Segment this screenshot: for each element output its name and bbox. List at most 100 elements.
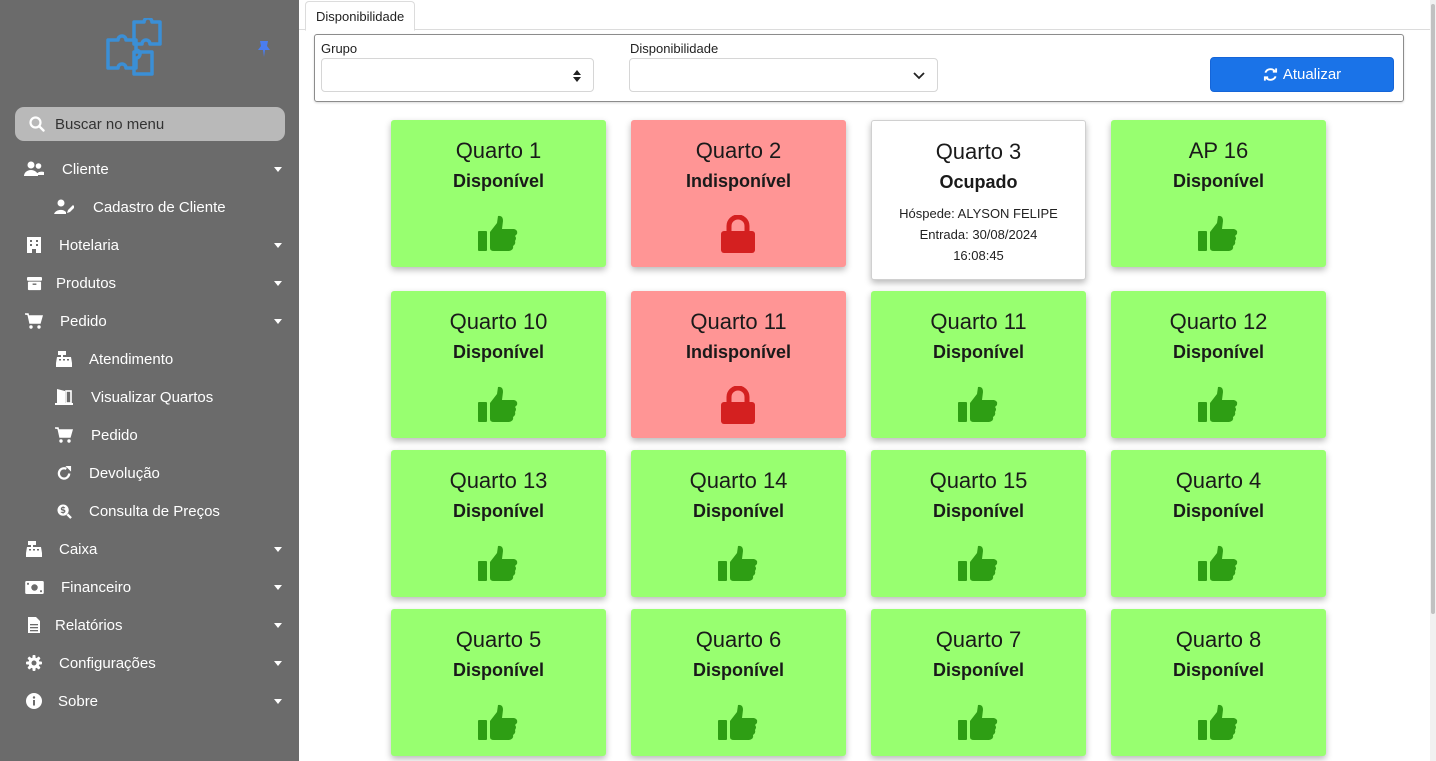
- sidebar-item-consulta-de-precos[interactable]: $ Consulta de Preços: [0, 492, 299, 530]
- room-name: Quarto 13: [449, 468, 548, 493]
- room-card[interactable]: Quarto 5 Disponível: [391, 609, 606, 756]
- sidebar-item-cadastro-de-cliente[interactable]: Cadastro de Cliente: [0, 188, 299, 226]
- room-card[interactable]: Quarto 11 Disponível: [871, 291, 1086, 438]
- sidebar-item-financeiro[interactable]: Financeiro: [0, 568, 299, 606]
- thumbs-up-icon: [478, 545, 518, 583]
- grupo-select[interactable]: [321, 58, 594, 92]
- sidebar-item-pedido[interactable]: Pedido: [0, 416, 299, 454]
- search-dollar-icon: $: [54, 501, 74, 521]
- sort-arrows-icon: [573, 70, 581, 82]
- cart-icon: [24, 311, 44, 331]
- sidebar-item-label: Hotelaria: [59, 236, 120, 254]
- room-name: Quarto 1: [455, 138, 542, 163]
- users-icon: [24, 159, 44, 179]
- room-card[interactable]: AP 16 Disponível: [1111, 120, 1326, 267]
- sidebar-item-hotelaria[interactable]: Hotelaria: [0, 226, 299, 264]
- tab-disponibilidade[interactable]: Disponibilidade: [305, 1, 416, 31]
- entry-date: Entrada: 30/08/2024: [919, 227, 1038, 242]
- sidebar-item-label: Pedido: [91, 426, 138, 444]
- sidebar-item-label: Sobre: [58, 692, 99, 710]
- money-bill-icon: [24, 577, 44, 597]
- sidebar-item-label: Produtos: [56, 274, 117, 292]
- room-card[interactable]: Quarto 3 Ocupado Hóspede: ALYSON FELIPE Ent…: [871, 120, 1086, 280]
- refresh-button[interactable]: Atualizar: [1210, 57, 1394, 92]
- search-icon: [29, 116, 45, 132]
- sidebar-item-label: Cadastro de Cliente: [93, 198, 226, 216]
- caret-down-icon: [274, 546, 282, 552]
- sidebar-item-visualizar-quartos[interactable]: Visualizar Quartos: [0, 378, 299, 416]
- thumbs-up-icon: [478, 215, 518, 253]
- caret-down-icon: [274, 584, 282, 590]
- lock-icon: [718, 385, 758, 424]
- sidebar-item-cliente[interactable]: Cliente: [0, 150, 299, 188]
- room-name: Quarto 11: [690, 309, 787, 334]
- thumbs-up-icon: [958, 545, 998, 583]
- file-icon: [24, 615, 44, 635]
- caret-down-icon: [274, 280, 282, 286]
- room-card[interactable]: Quarto 4 Disponível: [1111, 450, 1326, 597]
- chevron-down-icon: [913, 72, 925, 80]
- sidebar-item-relatorios[interactable]: Relatórios: [0, 606, 299, 644]
- room-card[interactable]: Quarto 8 Disponível: [1111, 609, 1326, 756]
- redo-icon: [54, 463, 74, 483]
- room-name: Quarto 4: [1175, 468, 1262, 493]
- room-status: Disponível: [932, 342, 1025, 362]
- search-placeholder: Buscar no menu: [55, 115, 165, 133]
- room-card[interactable]: Quarto 7 Disponível: [871, 609, 1086, 756]
- entry-time: 16:08:45: [953, 248, 1004, 263]
- sidebar-item-configuracoes[interactable]: Configurações: [0, 644, 299, 682]
- thumbs-up-icon: [478, 386, 518, 424]
- sidebar-item-label: Visualizar Quartos: [91, 388, 214, 406]
- puzzle-logo-icon: [106, 18, 162, 76]
- sidebar-item-sobre[interactable]: Sobre: [0, 682, 299, 720]
- room-status: Disponível: [452, 342, 545, 362]
- thumbs-up-icon: [478, 704, 518, 742]
- caret-down-icon: [274, 622, 282, 628]
- room-status: Disponível: [932, 660, 1025, 680]
- user-edit-icon: [54, 197, 74, 217]
- sidebar-item-devolucao[interactable]: Devolução: [0, 454, 299, 492]
- sidebar-item-label: Consulta de Preços: [89, 502, 220, 520]
- room-status: Disponível: [1172, 660, 1265, 680]
- menu-search[interactable]: Buscar no menu: [15, 107, 285, 141]
- room-status: Disponível: [1172, 171, 1265, 191]
- room-card[interactable]: Quarto 6 Disponível: [631, 609, 846, 756]
- refresh-label: Atualizar: [1282, 66, 1342, 83]
- room-status: Disponível: [1172, 342, 1265, 362]
- room-card[interactable]: Quarto 14 Disponível: [631, 450, 846, 597]
- room-name: Quarto 3: [935, 139, 1022, 164]
- thumbs-up-icon: [718, 545, 758, 583]
- room-status: Disponível: [452, 501, 545, 521]
- grupo-label: Grupo: [321, 41, 358, 56]
- sidebar-item-label: Devolução: [89, 464, 160, 482]
- sidebar-item-label: Relatórios: [55, 616, 123, 634]
- sidebar-item-produtos[interactable]: Produtos: [0, 264, 299, 302]
- room-name: Quarto 6: [695, 627, 782, 652]
- sidebar-item-caixa[interactable]: Caixa: [0, 530, 299, 568]
- disponibilidade-select[interactable]: [629, 58, 938, 92]
- room-status: Disponível: [1172, 501, 1265, 521]
- thumbs-up-icon: [1198, 704, 1238, 742]
- sidebar-item-atendimento[interactable]: Atendimento: [0, 340, 299, 378]
- lock-icon: [718, 214, 758, 253]
- scrollbar-thumb[interactable]: [1431, 4, 1435, 614]
- room-name: Quarto 8: [1175, 627, 1262, 652]
- sidebar-item-label: Caixa: [59, 540, 98, 558]
- room-card[interactable]: Quarto 10 Disponível: [391, 291, 606, 438]
- room-card[interactable]: Quarto 1 Disponível: [391, 120, 606, 267]
- room-card[interactable]: Quarto 15 Disponível: [871, 450, 1086, 597]
- room-name: Quarto 11: [930, 309, 1027, 334]
- room-status: Indisponível: [685, 342, 791, 362]
- room-card[interactable]: Quarto 11 Indisponível: [631, 291, 846, 438]
- sidebar-item-pedido[interactable]: Pedido: [0, 302, 299, 340]
- sidebar-item-label: Pedido: [60, 312, 107, 330]
- caret-down-icon: [274, 166, 282, 172]
- room-card[interactable]: Quarto 13 Disponível: [391, 450, 606, 597]
- tab-bar: Disponibilidade: [299, 0, 1430, 31]
- pin-icon[interactable]: [256, 40, 272, 58]
- room-card[interactable]: Quarto 2 Indisponível: [631, 120, 846, 267]
- info-icon: [24, 691, 44, 711]
- room-card[interactable]: Quarto 12 Disponível: [1111, 291, 1326, 438]
- sidebar-item-label: Cliente: [62, 160, 109, 178]
- room-status: Indisponível: [685, 171, 791, 191]
